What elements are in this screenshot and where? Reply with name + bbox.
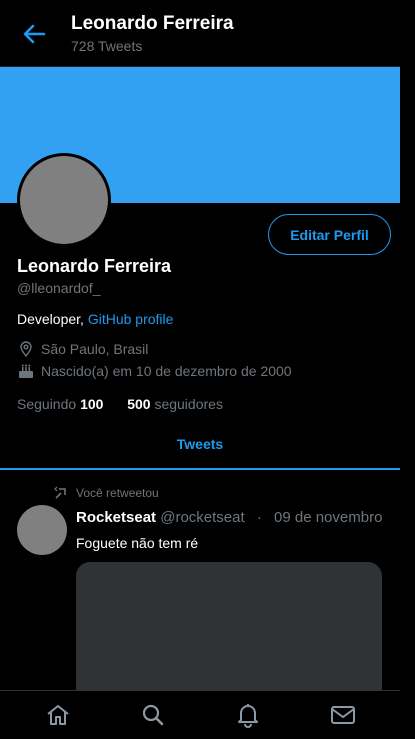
search-icon [142,704,163,726]
tweet-count: 728 Tweets [71,38,143,54]
birthday-row: Nascido(a) em 10 de dezembro de 2000 [17,362,292,380]
tweet-media[interactable] [76,562,382,702]
bell-icon [237,704,258,728]
tweet-separator: · [256,509,262,526]
retweet-indicator: Você retweetou [54,486,159,500]
follow-stats: Seguindo 100 500 seguidores [17,396,223,412]
edit-profile-button[interactable]: Editar Perfil [268,214,391,255]
nav-notifications[interactable] [228,695,268,735]
profile-avatar[interactable] [17,153,111,247]
tweet-author-handle[interactable]: @rocketseat [160,509,244,526]
following-count[interactable]: 100 [80,396,103,412]
mail-icon [330,706,355,724]
tweet-header: Rocketseat @rocketseat · 09 de novembro [76,509,382,526]
profile-tabs: Tweets [0,420,415,470]
home-icon [46,705,69,725]
arrow-left-icon [23,24,46,44]
tweet-text: Foguete não tem ré [76,535,199,551]
bottom-nav [0,690,400,739]
bio-text: Developer, [17,311,88,327]
following-label[interactable]: Seguindo [17,396,76,412]
followers-label[interactable]: seguidores [154,396,223,412]
profile-name: Leonardo Ferreira [17,256,172,276]
birthday-text: Nascido(a) em 10 de dezembro de 2000 [41,363,292,379]
profile-bio: Developer, GitHub profile [17,311,173,327]
followers-count[interactable]: 500 [127,396,150,412]
tab-tweets[interactable]: Tweets [0,436,400,452]
retweet-text: Você retweetou [76,486,159,500]
tweet-date[interactable]: 09 de novembro [274,509,382,526]
nav-messages[interactable] [323,695,363,735]
scrollbar[interactable] [400,0,415,739]
location-text: São Paulo, Brasil [41,341,149,357]
profile-handle: @lleonardof_ [17,280,101,296]
nav-search[interactable] [133,695,173,735]
top-header: Leonardo Ferreira 728 Tweets [0,0,415,67]
tweet-author-name[interactable]: Rocketseat [76,509,156,526]
location-row: São Paulo, Brasil [17,340,148,358]
nav-home[interactable] [38,695,78,735]
tweet-author-avatar[interactable] [17,505,67,555]
cake-icon [19,364,33,378]
location-pin-icon [20,341,32,358]
back-button[interactable] [20,20,48,48]
header-title: Leonardo Ferreira [71,13,234,34]
retweet-icon [54,486,66,499]
github-link[interactable]: GitHub profile [88,311,174,327]
